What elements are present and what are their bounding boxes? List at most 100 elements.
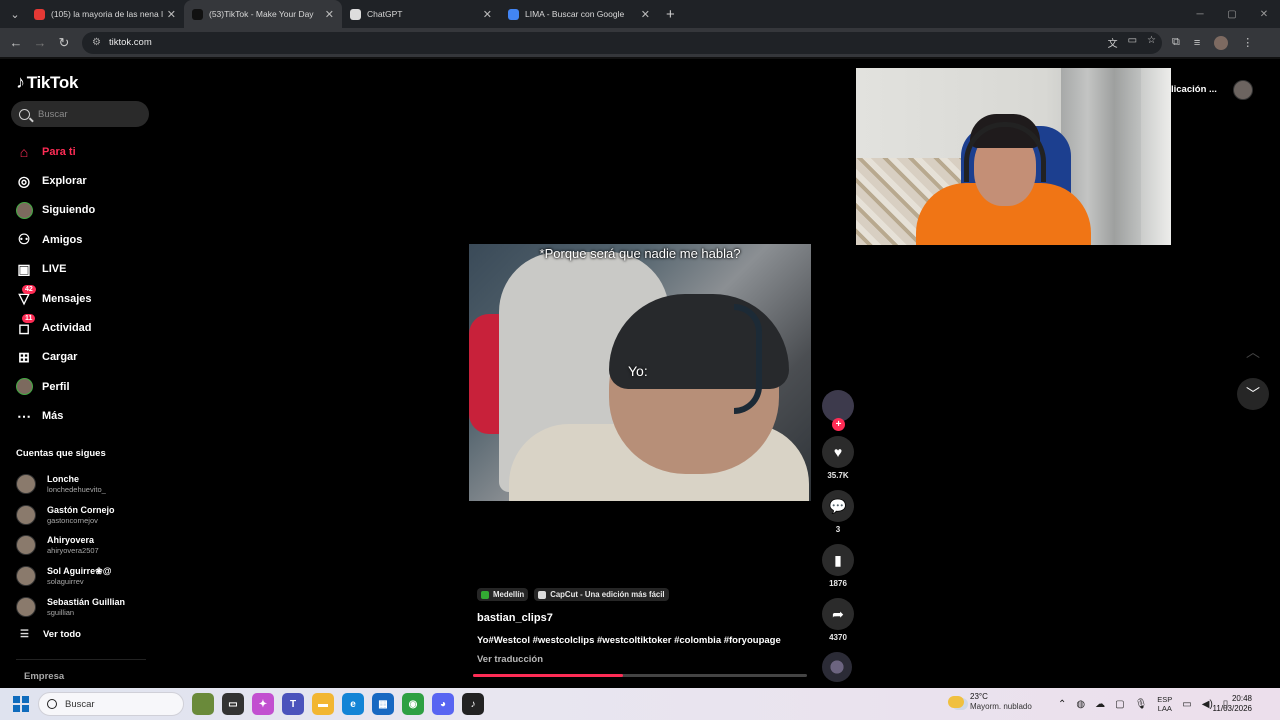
nav-item-explorar[interactable]: ◎ Explorar (15, 166, 95, 195)
translate-link[interactable]: Ver traducción (477, 654, 543, 665)
tab-favicon-icon (508, 8, 519, 20)
browser-tab[interactable]: LIMA - Buscar con Google ✕ (500, 0, 658, 28)
teams-icon[interactable]: T (282, 693, 304, 715)
forward-button[interactable]: → (28, 35, 52, 50)
search-input[interactable]: Buscar (11, 101, 149, 127)
close-window-button[interactable]: ✕ (1248, 0, 1280, 28)
nav-label: Cargar (42, 351, 78, 364)
close-tab-icon[interactable]: ✕ (483, 8, 492, 21)
tab-title: ChatGPT (367, 9, 403, 19)
chevron-up-icon[interactable]: ⌃ (1058, 699, 1066, 710)
maximize-button[interactable]: ▢ (1216, 0, 1248, 28)
address-bar[interactable]: ⚙ tiktok.com 文 ▭ ☆ (82, 31, 1162, 54)
language-indicator[interactable]: ESP LAA (1157, 695, 1172, 713)
location-chip[interactable]: Medellín (477, 588, 529, 601)
follow-plus-icon[interactable]: + (832, 418, 845, 431)
new-tab-button[interactable]: + (666, 6, 675, 23)
nav-item-amigos[interactable]: ⚇ Amigos (15, 225, 95, 254)
nav-label: Más (42, 410, 64, 423)
video-progress-bar[interactable] (473, 674, 807, 677)
video-progress-fill (473, 674, 624, 677)
previous-video-button[interactable]: ︿ (1237, 336, 1269, 368)
menu-icon[interactable]: ⋮ (1242, 36, 1253, 49)
site-info-icon[interactable]: ⚙ (92, 37, 101, 48)
microphone-icon[interactable]: 🎙 (1135, 699, 1148, 710)
nav-item-siguiendo[interactable]: Siguiendo (15, 196, 95, 225)
logo-text: TikTok (26, 72, 79, 92)
following-account[interactable]: Ahiryovera ahiryovera2507 (16, 530, 125, 561)
onedrive-icon[interactable]: ☁ (1095, 699, 1105, 710)
taskbar-search-placeholder: Buscar (65, 698, 95, 710)
weather-widget[interactable]: 23°C Mayorm. nublado (948, 692, 1032, 712)
share-button[interactable]: ➦ (822, 598, 854, 630)
url-text: tiktok.com (108, 37, 152, 48)
discord-icon[interactable]: ◕ (432, 693, 454, 715)
tab-search-icon[interactable]: ⌄ (4, 3, 26, 25)
nav-item-cargar[interactable]: ⊞ Cargar (15, 343, 95, 372)
back-button[interactable]: ← (4, 35, 28, 50)
edge-icon[interactable]: e (342, 693, 364, 715)
following-account[interactable]: Gastón Cornejo gastoncornejov (16, 500, 125, 531)
tiktok-logo[interactable]: ♪ TikTok (16, 72, 78, 93)
user-avatar[interactable] (1233, 80, 1253, 100)
start-button[interactable] (13, 696, 29, 712)
following-heading: Cuentas que sigues (16, 448, 106, 459)
empresa-link[interactable]: Empresa (24, 671, 64, 682)
following-account[interactable]: Lonche lonchedehuevito_ (16, 469, 125, 500)
video-player[interactable]: *Porque será que nadie me habla? Yo: (469, 244, 811, 501)
chrome-icon[interactable]: ◉ (402, 693, 424, 715)
browser-toolbar: ← → ↻ ⚙ tiktok.com 文 ▭ ☆ ⧉ ≡ ⋮ (0, 28, 1280, 57)
wifi-icon[interactable]: ▭ (1182, 699, 1191, 710)
nav-item-perfil[interactable]: Perfil (15, 372, 95, 401)
task-view-icon[interactable]: ▭ (222, 693, 244, 715)
video-overlay-text: Yo: (628, 363, 648, 379)
browser-tab[interactable]: (105) la mayoria de las nena lin ✕ (26, 0, 184, 28)
close-tab-icon[interactable]: ✕ (325, 8, 334, 21)
bookmark-star-icon[interactable]: ☆ (1147, 35, 1156, 50)
nav-label: Para ti (42, 145, 76, 158)
next-video-button[interactable]: ﹀ (1237, 378, 1269, 410)
following-account[interactable]: Sebastián Guillian sguillian (16, 591, 125, 622)
creator-avatar[interactable]: + (822, 390, 854, 431)
nav-item-mensajes[interactable]: ▽ 42 Mensajes (15, 284, 95, 313)
music-disc[interactable] (822, 652, 852, 682)
save-button[interactable]: ▮ (822, 544, 854, 576)
like-button[interactable]: ♥ (822, 436, 854, 468)
translate-icon[interactable]: 文 (1108, 35, 1118, 50)
app-tray-icon[interactable]: ◍ (1076, 699, 1085, 710)
minimize-button[interactable]: ─ (1184, 0, 1216, 28)
taskbar-search[interactable]: Buscar (38, 692, 184, 716)
following-list: Lonche lonchedehuevito_ Gastón Cornejo gast… (16, 469, 125, 622)
nav-item-live[interactable]: ▣ LIVE (15, 255, 95, 284)
like-count: 35.7K (827, 471, 849, 480)
search-placeholder: Buscar (38, 108, 68, 120)
browser-tab[interactable]: (53)TikTok - Make Your Day ✕ (184, 0, 342, 28)
tiktok-app-icon[interactable]: ♪ (462, 693, 484, 715)
search-highlight-icon[interactable] (192, 693, 214, 715)
close-tab-icon[interactable]: ✕ (641, 8, 650, 21)
nav-item-actividad[interactable]: ◻ 11 Actividad (15, 313, 95, 342)
nav-item-m-s[interactable]: ⋯ Más (15, 402, 95, 431)
close-tab-icon[interactable]: ✕ (167, 8, 176, 21)
extensions-icon[interactable]: ⧉ (1172, 36, 1180, 49)
file-explorer-icon[interactable]: ▬ (312, 693, 334, 715)
capcut-chip[interactable]: CapCut - Una edición más fácil (534, 588, 669, 601)
nav-item-para-ti[interactable]: ⌂ Para ti (15, 137, 95, 166)
see-all-link[interactable]: ☰ Ver todo (20, 629, 81, 640)
video-author[interactable]: bastian_clips7 (477, 612, 553, 624)
cast-icon[interactable]: ▭ (1128, 35, 1137, 50)
clock[interactable]: 20:48 11/03/2026 (1208, 694, 1252, 714)
see-all-label: Ver todo (42, 629, 81, 640)
following-account[interactable]: Sol Aguirre❀@ solaguirrev (16, 561, 125, 592)
store-icon[interactable]: ▦ (372, 693, 394, 715)
video-description[interactable]: Yo#Westcol #westcolclips #westcoltiktoke… (477, 635, 781, 646)
get-app-link[interactable]: licación ... (1171, 84, 1217, 95)
comment-button[interactable]: 💬 (822, 490, 854, 522)
profile-avatar[interactable] (1214, 35, 1229, 50)
reload-button[interactable]: ↻ (52, 35, 76, 51)
network-tray-icon[interactable]: ▢ (1115, 699, 1124, 710)
copilot-icon[interactable]: ✦ (252, 693, 274, 715)
browser-tab[interactable]: ChatGPT ✕ (342, 0, 500, 28)
nav-label: Actividad (42, 322, 92, 335)
media-controls-icon[interactable]: ≡ (1194, 37, 1200, 49)
